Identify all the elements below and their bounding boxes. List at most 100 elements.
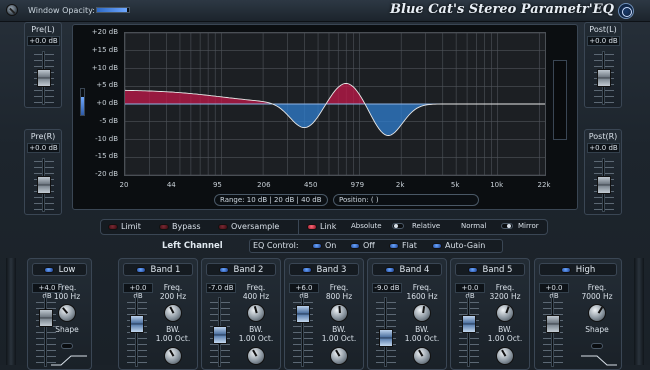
normal-option[interactable]: Normal <box>461 222 486 230</box>
band-name: Low <box>58 264 76 275</box>
eq-off-button[interactable]: Off <box>350 241 375 250</box>
x-tick-label: 10k <box>490 181 504 189</box>
post-left-value[interactable]: +0.0 dB <box>587 36 620 46</box>
bandwidth-knob[interactable] <box>164 347 182 365</box>
shape-switch[interactable] <box>591 343 603 349</box>
param-readout: Shape <box>47 325 87 334</box>
auto-gain-toggle[interactable]: Auto-Gain <box>432 241 485 250</box>
post-left-fader[interactable] <box>597 69 611 87</box>
band-gain-fader[interactable] <box>213 326 227 345</box>
mirror-label: Mirror <box>518 222 539 230</box>
band-panel-band-1: Band 1 +0.0 dB Freq. 200 Hz BW. 1.00 Oct. <box>118 258 198 370</box>
pre-right-fader[interactable] <box>37 176 51 194</box>
band-panel-band-5: Band 5 +0.0 dB Freq. 3200 Hz BW. 1.00 Oct. <box>450 258 530 370</box>
freq-readout: Freq. 1600 Hz <box>402 283 442 301</box>
freq-knob[interactable] <box>58 304 76 322</box>
band-gain-fader[interactable] <box>379 329 393 348</box>
window-opacity-fill <box>97 8 127 12</box>
param-label: BW. <box>166 325 180 334</box>
pre-left-fader[interactable] <box>37 69 51 87</box>
param-label: Shape <box>55 325 79 334</box>
band-toggle[interactable]: Band 4 <box>372 263 442 276</box>
param-value: 1.00 Oct. <box>404 334 440 343</box>
band-gain-value[interactable]: +0.0 dB <box>539 283 569 300</box>
band-toggle[interactable]: Low <box>32 263 87 276</box>
band-gain-value[interactable]: +6.0 dB <box>289 283 319 300</box>
absolute-relative-switch[interactable] <box>392 223 404 229</box>
band-gain-fader[interactable] <box>546 315 560 333</box>
band-gain-fader[interactable] <box>130 315 144 333</box>
band-toggle[interactable]: Band 1 <box>123 263 193 276</box>
y-tick-label: +0 dB <box>96 99 118 107</box>
band-gain-value[interactable]: -7.0 dB <box>206 283 236 293</box>
freq-knob[interactable] <box>164 304 182 322</box>
range-text[interactable]: Range: 10 dB | 20 dB | 40 dB <box>220 196 322 204</box>
eq-off-label: Off <box>363 241 375 250</box>
absolute-label: Absolute <box>351 222 382 230</box>
total-response-curve <box>124 83 545 136</box>
band-gain-value[interactable]: +0.0 dB <box>455 283 485 300</box>
oversample-led-icon <box>218 223 228 230</box>
post-right-fader[interactable] <box>597 176 611 194</box>
eq-response-plot[interactable] <box>124 32 546 176</box>
link-toggle[interactable]: Link <box>307 222 336 231</box>
normal-mirror-switch[interactable] <box>501 223 513 229</box>
freq-knob[interactable] <box>588 304 606 322</box>
bandwidth-knob[interactable] <box>496 347 514 365</box>
param-readout: BW. 1.00 Oct. <box>485 325 525 343</box>
eq-flat-button[interactable]: Flat <box>389 241 417 250</box>
freq-knob[interactable] <box>247 304 265 322</box>
pre-left-value[interactable]: +0.0 dB <box>27 36 60 46</box>
absolute-option[interactable]: Absolute <box>351 222 382 230</box>
bandwidth-knob[interactable] <box>247 347 265 365</box>
band-gain-value[interactable]: -9.0 dB <box>372 283 402 293</box>
bypass-toggle[interactable]: Bypass <box>159 222 201 231</box>
eq-on-button[interactable]: On <box>312 241 336 250</box>
limit-toggle[interactable]: Limit <box>108 222 141 231</box>
pre-right-gain-panel: Pre(R) +0.0 dB <box>24 129 62 215</box>
freq-value: 7000 Hz <box>581 292 613 301</box>
oversample-toggle[interactable]: Oversample <box>218 222 279 231</box>
x-tick-label: 450 <box>304 181 318 189</box>
y-tick-label: -10 dB <box>95 134 118 143</box>
band-toggle[interactable]: High <box>539 263 617 276</box>
band-toggle[interactable]: Band 3 <box>289 263 359 276</box>
x-tick-label: 2k <box>395 181 405 189</box>
post-right-value[interactable]: +0.0 dB <box>587 143 620 153</box>
range-selector[interactable]: Range: 10 dB | 20 dB | 40 dB <box>214 194 328 206</box>
freq-knob[interactable] <box>330 304 348 322</box>
freq-readout: Freq. 100 Hz <box>47 283 87 301</box>
band-gain-fader[interactable] <box>296 305 310 324</box>
post-right-title: Post(R) <box>588 132 618 141</box>
x-tick-label: 20 <box>119 181 129 189</box>
shape-switch[interactable] <box>61 343 73 349</box>
freq-label: Freq. <box>587 283 607 292</box>
band-panel-low: Low +4.0 dB Freq. 100 Hz Shape <box>27 258 92 370</box>
position-readout: Position: ( ) <box>333 194 479 206</box>
freq-label: Freq. <box>329 283 349 292</box>
param-value: 1.00 Oct. <box>487 334 523 343</box>
param-readout: BW. 1.00 Oct. <box>153 325 193 343</box>
freq-value: 200 Hz <box>159 292 187 301</box>
bandwidth-knob[interactable] <box>330 347 348 365</box>
x-tick-label: 5k <box>450 181 460 189</box>
band-gain-fader[interactable] <box>39 308 53 327</box>
band-toggle[interactable]: Band 2 <box>206 263 276 276</box>
freq-knob[interactable] <box>496 304 514 322</box>
limit-label: Limit <box>121 222 141 231</box>
band-gain-value[interactable]: +0.0 dB <box>123 283 153 300</box>
mirror-option[interactable]: Mirror <box>518 222 539 230</box>
band-gain-fader[interactable] <box>462 315 476 333</box>
pre-right-value[interactable]: +0.0 dB <box>27 143 60 153</box>
relative-option[interactable]: Relative <box>412 222 440 230</box>
bandwidth-knob[interactable] <box>413 347 431 365</box>
freq-label: Freq. <box>412 283 432 292</box>
freq-value: 400 Hz <box>242 292 270 301</box>
blue-cat-logo-icon[interactable] <box>618 3 634 19</box>
auto-gain-label: Auto-Gain <box>445 241 486 250</box>
band-name: Band 5 <box>482 264 513 275</box>
freq-knob[interactable] <box>413 304 431 322</box>
band-toggle[interactable]: Band 5 <box>455 263 525 276</box>
y-tick-label: -5 dB <box>99 116 118 125</box>
param-label: BW. <box>415 325 429 334</box>
